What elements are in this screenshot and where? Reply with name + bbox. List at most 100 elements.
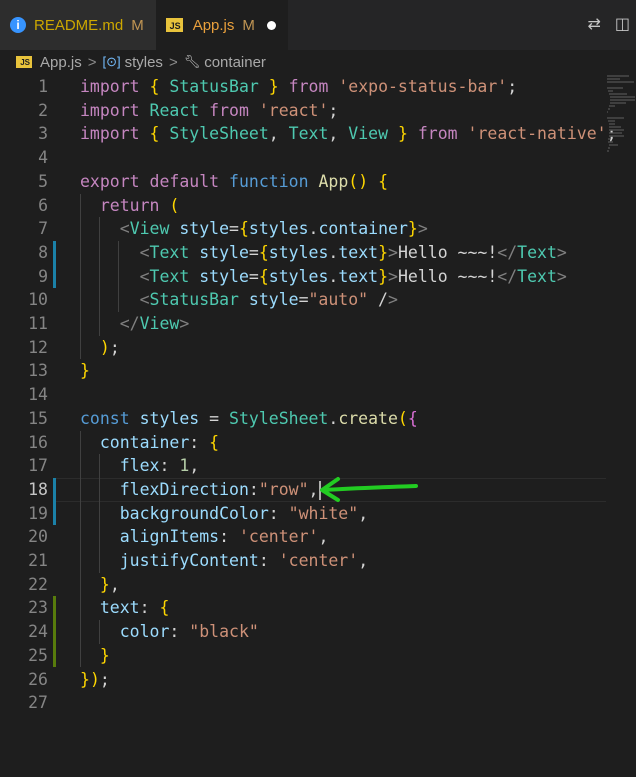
line-number: 6: [38, 195, 48, 215]
line-number: 1: [38, 77, 48, 96]
code-text: <Text style={styles.text}>Hello ~~~!</Te…: [139, 242, 567, 262]
minimap-row: [609, 105, 615, 107]
code-line[interactable]: 9 <Text style={styles.text}>Hello ~~~!</…: [0, 264, 606, 289]
code-text: import { StyleSheet, Text, View } from '…: [80, 124, 617, 144]
breadcrumb-file[interactable]: App.js: [40, 54, 82, 71]
code-text: });: [80, 669, 110, 689]
breadcrumb-symbol-container[interactable]: container: [204, 54, 266, 71]
minimap-row: [607, 78, 620, 80]
git-change-marker[interactable]: [53, 477, 56, 502]
line-number: 13: [28, 361, 48, 381]
line-number: 17: [28, 456, 48, 476]
minimap-row: [609, 132, 622, 134]
line-number: 7: [38, 219, 48, 239]
modified-badge: M: [242, 16, 255, 34]
code-text: return (: [99, 195, 180, 215]
code-line[interactable]: 1 import { StatusBar } from 'expo-status-…: [0, 75, 606, 99]
code-line[interactable]: 13}: [0, 359, 606, 383]
code-line[interactable]: 7 <View style={styles.container}>: [0, 217, 606, 241]
code-line[interactable]: 20 alignItems: 'center',: [0, 525, 606, 549]
breadcrumb-symbol-styles[interactable]: styles: [125, 54, 163, 71]
code-line[interactable]: 23 text: {: [0, 596, 606, 621]
line-number: 19: [28, 503, 48, 523]
line-number: 3: [38, 124, 48, 144]
tab-appjs[interactable]: JS App.js M: [155, 0, 288, 50]
wrench-icon: 🔧︎: [183, 54, 201, 69]
code-line[interactable]: 8 <Text style={styles.text}>Hello ~~~!</…: [0, 240, 606, 265]
minimap-row: [609, 126, 621, 128]
line-number: 24: [28, 622, 48, 642]
code-text: backgroundColor: "white",: [119, 503, 369, 523]
breadcrumb: JS App.js > [⊙] styles > 🔧︎ container: [0, 50, 636, 74]
js-icon: JS: [165, 18, 183, 32]
code-text: }: [99, 645, 110, 665]
code-text: </View>: [119, 314, 190, 333]
code-line[interactable]: 19 backgroundColor: "white",: [0, 501, 606, 526]
compare-changes-icon[interactable]: ⇄: [587, 14, 600, 33]
code-line[interactable]: 16 container: {: [0, 430, 606, 455]
braces-icon: [⊙]: [102, 54, 121, 69]
code-line[interactable]: 15 const styles = StyleSheet.create({: [0, 407, 606, 431]
minimap-row: [607, 87, 623, 89]
minimap-row: [608, 138, 610, 140]
code-line[interactable]: 3 import { StyleSheet, Text, View } from …: [0, 122, 616, 146]
code-line[interactable]: 17 flex: 1,: [0, 454, 606, 478]
line-number: 15: [28, 408, 48, 428]
code-line[interactable]: 12 );: [0, 335, 606, 360]
tab-label: App.js: [192, 16, 235, 34]
git-change-marker[interactable]: [53, 501, 56, 526]
code-text: import React from 'react';: [80, 100, 339, 120]
git-change-marker[interactable]: [53, 264, 56, 289]
minimap-row: [610, 96, 635, 98]
line-number: 20: [28, 527, 48, 547]
split-editor-icon[interactable]: ◫: [615, 14, 630, 33]
code-line[interactable]: 18 flexDirection:"row",: [0, 477, 606, 502]
tab-readme[interactable]: i README.md M: [0, 0, 156, 50]
code-line[interactable]: 6 return (: [0, 193, 606, 218]
line-number: 11: [28, 314, 48, 333]
code-line[interactable]: 27: [0, 691, 606, 715]
git-change-marker[interactable]: [53, 643, 56, 668]
code-line[interactable]: 24 color: "black": [0, 620, 606, 644]
breadcrumb-separator: >: [87, 53, 97, 71]
minimap-row: [610, 102, 626, 104]
code-text: text: {: [99, 598, 170, 618]
code-line[interactable]: 14: [0, 383, 606, 407]
line-number: 12: [28, 337, 48, 357]
line-number: 8: [38, 242, 48, 262]
minimap-row: [609, 93, 627, 95]
code-line[interactable]: 5 export default function App() {: [0, 170, 606, 194]
breadcrumb-separator: >: [168, 53, 178, 71]
code-text: },: [99, 574, 120, 594]
tab-label: README.md: [34, 16, 124, 34]
minimap-row: [607, 111, 608, 113]
line-number: 4: [38, 148, 48, 168]
line-number: 2: [38, 100, 48, 120]
git-change-marker[interactable]: [53, 240, 56, 265]
minimap[interactable]: [607, 74, 636, 152]
code-text: flexDirection:"row",: [80, 478, 322, 502]
unsaved-dot-icon[interactable]: [266, 20, 276, 30]
code-line[interactable]: 26});: [0, 668, 606, 692]
line-number: 5: [38, 171, 48, 191]
minimap-row: [608, 108, 610, 110]
minimap-row: [607, 117, 624, 119]
git-change-marker[interactable]: [53, 620, 56, 644]
minimap-row: [607, 75, 629, 77]
code-line[interactable]: 10 <StatusBar style="auto" />: [0, 288, 606, 312]
git-change-marker[interactable]: [53, 596, 56, 621]
code-line[interactable]: 11 </View>: [0, 312, 606, 336]
code-text: container: {: [99, 432, 220, 452]
minimap-row: [607, 81, 634, 83]
code-line[interactable]: 21 justifyContent: 'center',: [0, 549, 606, 573]
code-text: export default function App() {: [80, 171, 389, 191]
code-line[interactable]: 22 },: [0, 572, 606, 597]
line-number: 14: [28, 385, 48, 405]
line-number: 10: [28, 290, 48, 310]
code-text: flex: 1,: [119, 456, 200, 476]
code-line[interactable]: 4: [0, 146, 606, 170]
code-line[interactable]: 25 }: [0, 643, 606, 668]
code-line[interactable]: 2 import React from 'react';: [0, 99, 606, 123]
code-editor[interactable]: 1 import { StatusBar } from 'expo-status-…: [0, 74, 636, 777]
code-text: color: "black": [119, 622, 259, 642]
